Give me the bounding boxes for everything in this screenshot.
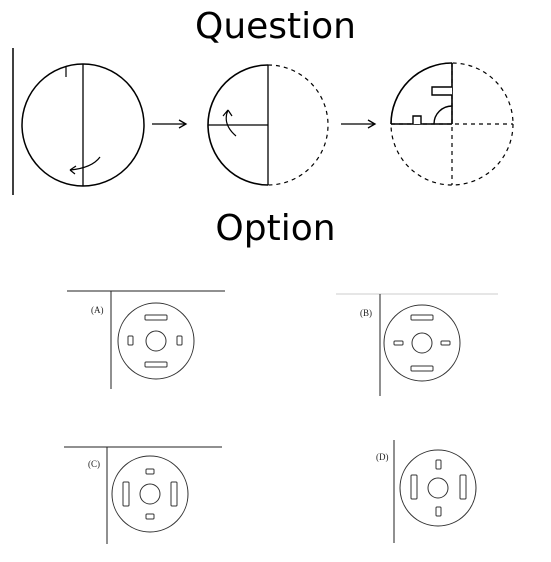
option-c[interactable]: (C): [64, 441, 224, 547]
step-2-half-fold: [207, 64, 329, 186]
option-heading: Option: [215, 208, 336, 249]
question-figure: [12, 48, 514, 195]
option-d-label: (D): [376, 452, 389, 462]
arrow-1: [152, 119, 188, 129]
arrow-2: [341, 119, 377, 129]
step-1-full-circle: [12, 48, 145, 195]
option-b-label: (B): [360, 308, 372, 318]
step-3-quarter-with-cuts: [390, 62, 514, 186]
option-c-label: (C): [88, 459, 100, 469]
option-a[interactable]: (A): [67, 285, 227, 393]
option-b[interactable]: (B): [336, 288, 501, 400]
option-d[interactable]: (D): [365, 438, 495, 546]
option-a-label: (A): [91, 305, 104, 315]
